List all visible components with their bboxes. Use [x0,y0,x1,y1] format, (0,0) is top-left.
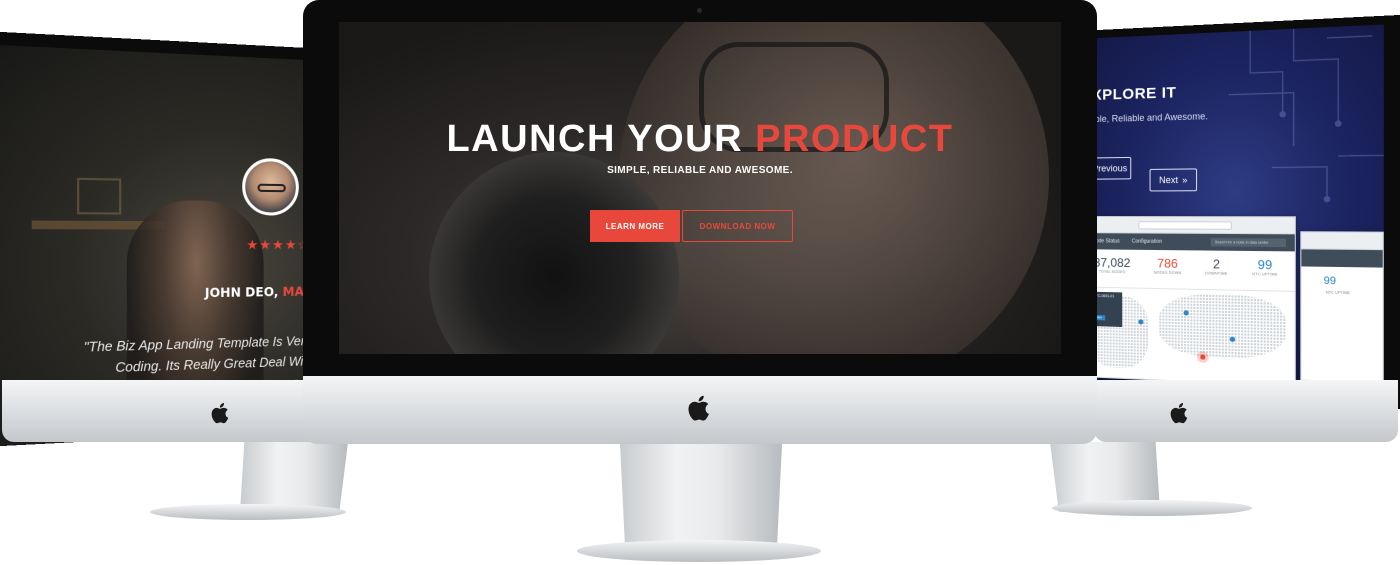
world-map: LAB-NYC-0001-01 DOWN NODES FROM See Deta… [1078,287,1295,384]
right-imac-foot [1052,500,1252,516]
dashboard-window: Node Status Configuration Search for a n… [1077,216,1296,387]
stat-label: NODES DOWN [1153,270,1182,276]
center-screen: LAUNCH YOUR PRODUCT SIMPLE, RELIABLE AND… [339,22,1061,354]
bg-picture-frame [77,177,122,215]
left-imac-stand [240,442,348,512]
stat-label: TOTAL NODES [1098,269,1126,275]
next-button[interactable]: Next » [1149,168,1198,192]
download-now-button[interactable]: DOWNLOAD NOW [682,210,793,242]
hero-title-accent: PRODUCT [755,118,954,160]
hero-title-main: LAUNCH YOUR [446,118,744,160]
previous-button-label: Previous [1092,163,1128,174]
map-pin[interactable] [1138,319,1144,325]
stat-uptime: 99 NTC UPTIME [1252,257,1277,290]
map-pin-alert[interactable] [1200,354,1206,360]
hero-subtitle: SIMPLE, RELIABLE AND AWESOME. [607,165,793,176]
center-imac-bezel: LAUNCH YOUR PRODUCT SIMPLE, RELIABLE AND… [303,0,1097,378]
rating-stars-icon: ★★★★☆ [246,236,311,253]
stat-label: NTC UPTIME [1252,272,1278,277]
center-imac-stand [620,444,782,544]
apple-logo-icon [1169,400,1191,426]
browser-address-bar[interactable] [1138,221,1232,230]
mini-uptime-value: 99 [1323,275,1337,288]
hero-title: LAUNCH YOUR PRODUCT [339,118,1061,161]
right-imac-bezel: EXPLORE IT Simple, Reliable and Awesome.… [1058,13,1400,411]
right-screen: EXPLORE IT Simple, Reliable and Awesome.… [1065,24,1384,396]
stat-label: DOWNTIME [1205,271,1228,276]
node-search-input[interactable]: Search for a node in data centre [1210,238,1286,248]
next-button-label: Next [1158,174,1179,186]
mini-uptime-label: NTC UPTIME [1325,290,1350,296]
left-imac-chin [2,380,346,442]
map-pin[interactable] [1183,310,1189,316]
stat-downtime: 2 DOWNTIME [1205,257,1227,290]
browser-toolbar [1078,217,1295,235]
dashboard-window-secondary: 99 NTC UPTIME [1300,231,1384,385]
tab-configuration[interactable]: Configuration [1132,239,1162,245]
testimonial-person: JOHN DEO, [204,284,279,301]
center-imac-foot [577,540,821,562]
stat-value: 99 [1257,257,1273,273]
apple-logo-icon [210,400,232,426]
browser-toolbar [1301,232,1383,251]
testimonial-avatar [242,157,299,216]
right-imac-chin [1094,380,1398,442]
stat-total-nodes: 37,082 TOTAL NODES [1094,255,1131,287]
stat-value: 37,082 [1093,255,1131,271]
left-imac-foot [150,504,346,520]
avatar-glasses [257,183,286,193]
stat-value: 786 [1157,256,1178,271]
stat-value: 2 [1212,256,1220,272]
dashboard-nav [1301,249,1383,268]
double-chevron-right-icon: » [1182,174,1188,186]
camera-dot [697,8,702,13]
apple-logo-icon [686,392,714,424]
testimonial-quote: "The Biz App Landing Template Is Very Si… [84,330,339,380]
circuit-background [1066,24,1384,203]
stat-nodes-down: 786 NODES DOWN [1154,256,1181,288]
learn-more-button[interactable]: LEARN MORE [590,210,680,242]
map-pin[interactable] [1229,336,1236,343]
map-land-eurasia [1158,293,1286,360]
dashboard-stats: 37,082 TOTAL NODES 786 NODES DOWN 2 DOWN… [1078,249,1295,292]
